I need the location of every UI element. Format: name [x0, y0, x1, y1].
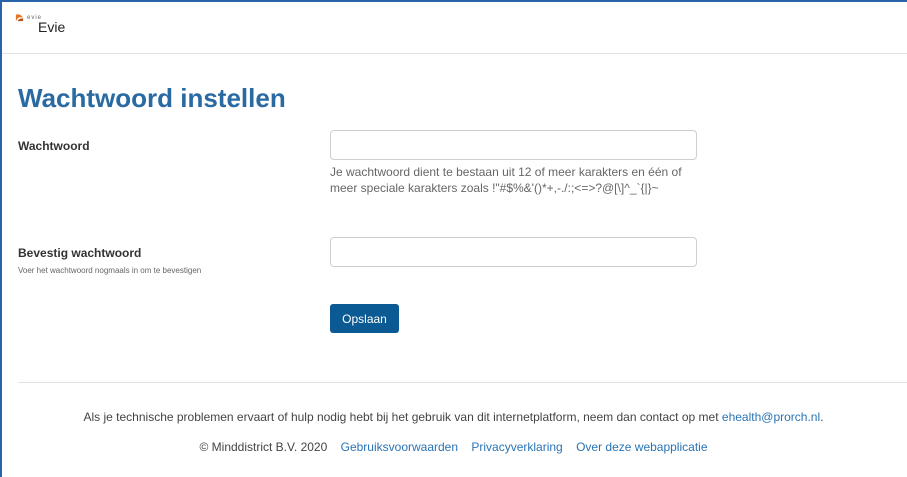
support-text: Als je technische problemen ervaart of h…: [83, 410, 719, 424]
support-notice: Als je technische problemen ervaart of h…: [0, 410, 907, 424]
app-title: Evie: [38, 19, 66, 35]
confirm-password-label: Bevestig wachtwoord: [18, 246, 142, 260]
password-label: Wachtwoord: [18, 139, 90, 153]
page-title: Wachtwoord instellen: [18, 83, 286, 113]
evie-logo-icon: [15, 14, 24, 22]
privacy-link[interactable]: Privacyverklaring: [471, 440, 562, 454]
support-suffix: .: [820, 410, 824, 424]
support-email-link[interactable]: ehealth@prorch.nl: [722, 410, 820, 424]
footer-links: © Minddistrict B.V. 2020 Gebruiksvoorwaa…: [0, 440, 907, 454]
password-input[interactable]: [330, 130, 697, 160]
confirm-password-input[interactable]: [330, 237, 697, 267]
password-help-text: Je wachtwoord dient te bestaan uit 12 of…: [330, 165, 682, 195]
about-link[interactable]: Over deze webapplicatie: [576, 440, 707, 454]
footer-divider: [18, 382, 907, 383]
confirm-password-hint: Voer het wachtwoord nogmaals in om te be…: [18, 266, 202, 275]
header: evie Evie: [2, 2, 907, 54]
save-button[interactable]: Opslaan: [330, 304, 399, 333]
terms-link[interactable]: Gebruiksvoorwaarden: [341, 440, 458, 454]
copyright: © Minddistrict B.V. 2020: [199, 440, 328, 454]
